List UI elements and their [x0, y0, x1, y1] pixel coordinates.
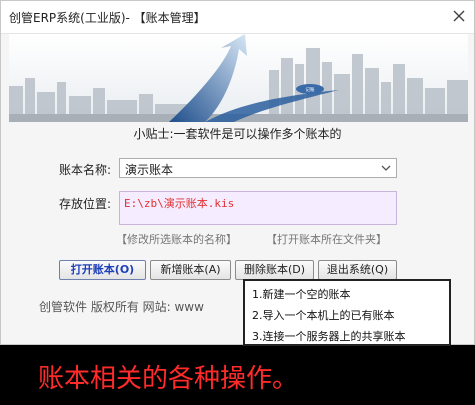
menu-item-new-empty[interactable]: 1.新建一个空的账本 — [252, 286, 351, 302]
delete-account-button[interactable]: 删除账本(D) — [235, 260, 314, 280]
close-icon[interactable] — [446, 3, 472, 29]
storage-path-value: E:\zb\演示账本.kis — [124, 197, 235, 210]
add-account-dropdown-menu: 1.新建一个空的账本 2.导入一个本机上的已有账本 3.连接一个服务器上的共享账… — [243, 279, 451, 346]
open-folder-link[interactable]: 【打开账本所在文件夹】 — [266, 231, 387, 247]
account-name-select[interactable]: 演示账本 — [119, 158, 397, 178]
banner-image: 记账 — [9, 34, 468, 122]
menu-item-connect-server[interactable]: 3.连接一个服务器上的共享账本 — [252, 328, 406, 344]
account-manager-window: 创管ERP系统(工业版)- 【账本管理】 记账 小贴士:一套软件是可以操作多个账… — [0, 0, 475, 346]
chevron-down-icon — [381, 165, 391, 171]
menu-item-import-local[interactable]: 2.导入一个本机上的已有账本 — [252, 307, 395, 323]
window-title: 创管ERP系统(工业版)- 【账本管理】 — [9, 11, 206, 25]
copyright-footer: 创管软件 版权所有 网站: www — [39, 300, 204, 314]
open-account-button[interactable]: 打开账本(O) — [59, 260, 146, 280]
account-name-value: 演示账本 — [125, 163, 174, 177]
rename-account-link[interactable]: 【修改所选账本的名称】 — [116, 231, 237, 247]
storage-path-field[interactable]: E:\zb\演示账本.kis — [119, 191, 397, 225]
add-account-button[interactable]: 新增账本(A) — [150, 260, 231, 280]
banner-badge: 记账 — [306, 86, 315, 93]
title-bar: 创管ERP系统(工业版)- 【账本管理】 — [1, 1, 474, 34]
exit-system-button[interactable]: 退出系统(Q) — [318, 260, 397, 280]
tip-text: 小贴士:一套软件是可以操作多个账本的 — [133, 127, 342, 141]
caption-text: 账本相关的各种操作。 — [38, 364, 299, 394]
account-name-label: 账本名称: — [59, 163, 112, 177]
storage-location-label: 存放位置: — [59, 197, 112, 211]
